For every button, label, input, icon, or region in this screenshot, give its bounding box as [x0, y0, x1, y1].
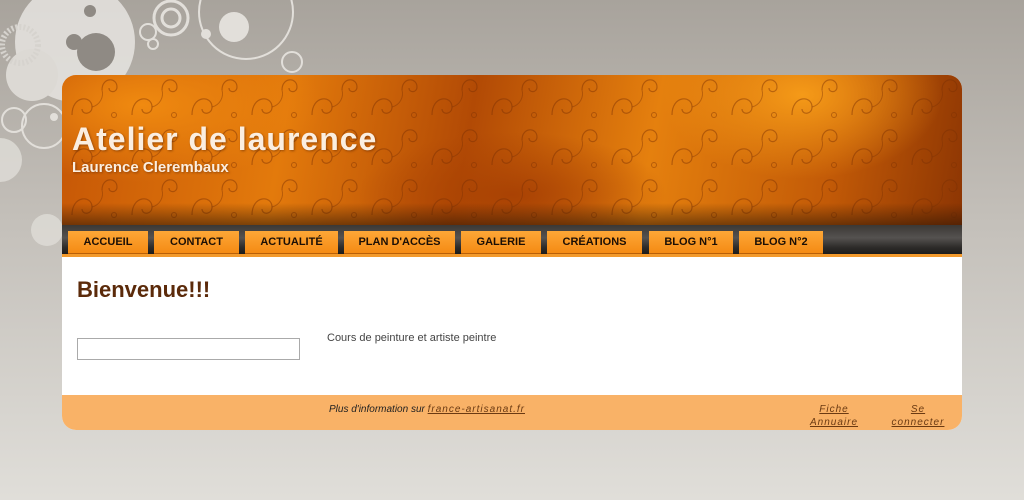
fiche-annuaire-line2: Annuaire — [809, 417, 859, 428]
page-description: Cours de peinture et artiste peintre — [327, 332, 497, 344]
nav-item-plan-acces[interactable]: PLAN D'ACCÈS — [344, 231, 455, 255]
nav-item-actualite[interactable]: ACTUALITÉ — [245, 231, 338, 255]
footer-info: Plus d'information sur france-artisanat.… — [329, 404, 525, 415]
site-title: Atelier de laurence — [72, 121, 378, 157]
nav-item-blog-1[interactable]: BLOG N°1 — [649, 231, 733, 255]
search-input[interactable] — [77, 338, 300, 360]
nav-item-creations[interactable]: CRÉATIONS — [547, 231, 642, 255]
fiche-annuaire-link[interactable]: Fiche Annuaire — [799, 403, 869, 429]
banner-shadow — [62, 203, 962, 225]
nav-item-blog-2[interactable]: BLOG N°2 — [739, 231, 823, 255]
nav-item-galerie[interactable]: GALERIE — [461, 231, 541, 255]
se-connecter-line2: connecter — [891, 417, 945, 428]
footer: Plus d'information sur france-artisanat.… — [62, 395, 962, 430]
main-content: Bienvenue!!! Cours de peinture et artist… — [62, 257, 962, 395]
france-artisanat-link[interactable]: france-artisanat.fr — [428, 404, 525, 415]
se-connecter-line1: Se — [910, 404, 926, 415]
site-container: Atelier de laurence Laurence Clerembaux … — [62, 75, 962, 430]
page-title: Bienvenue!!! — [77, 277, 211, 302]
nav-item-contact[interactable]: CONTACT — [154, 231, 239, 255]
nav-item-accueil[interactable]: ACCUEIL — [68, 231, 148, 255]
footer-info-text: Plus d'information sur — [329, 404, 425, 415]
site-subtitle: Laurence Clerembaux — [72, 159, 229, 176]
header-banner: Atelier de laurence Laurence Clerembaux — [62, 75, 962, 225]
se-connecter-link[interactable]: Se connecter — [883, 403, 953, 429]
fiche-annuaire-line1: Fiche — [819, 404, 849, 415]
main-navigation: ACCUEIL CONTACT ACTUALITÉ PLAN D'ACCÈS G… — [62, 225, 962, 257]
